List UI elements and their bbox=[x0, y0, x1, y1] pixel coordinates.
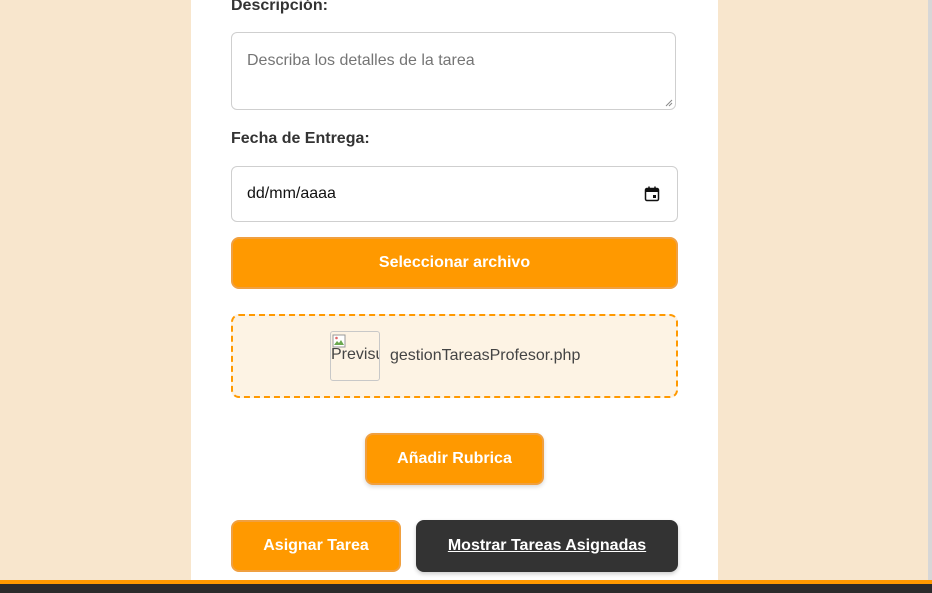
file-name: gestionTareasProfesor.php bbox=[390, 347, 581, 364]
fecha-value: dd/mm/aaaa bbox=[247, 185, 336, 202]
descripcion-label: Descripción: bbox=[231, 0, 328, 14]
fecha-label: Fecha de Entrega: bbox=[231, 130, 370, 147]
descripcion-textarea[interactable]: Describa los detalles de la tarea bbox=[231, 32, 676, 110]
preview-alt-text: Previsualización bbox=[331, 346, 379, 363]
page-scrollbar[interactable] bbox=[928, 0, 932, 580]
seleccionar-archivo-button[interactable]: Seleccionar archivo bbox=[231, 237, 678, 289]
fecha-entrega-input[interactable]: dd/mm/aaaa bbox=[231, 166, 678, 222]
mostrar-tareas-asignadas-button[interactable]: Mostrar Tareas Asignadas bbox=[416, 520, 678, 572]
anadir-rubrica-button[interactable]: Añadir Rubrica bbox=[365, 433, 544, 485]
asignar-tarea-button[interactable]: Asignar Tarea bbox=[231, 520, 401, 572]
resize-handle-icon[interactable] bbox=[665, 99, 673, 107]
calendar-icon[interactable] bbox=[644, 186, 660, 202]
file-preview-image: Previsualización bbox=[330, 331, 380, 381]
descripcion-placeholder: Describa los detalles de la tarea bbox=[247, 52, 475, 69]
file-preview-box: Previsualización gestionTareasProfesor.p… bbox=[231, 314, 678, 398]
footer bbox=[0, 584, 932, 593]
task-form-card: Descripción: Describa los detalles de la… bbox=[191, 0, 718, 582]
